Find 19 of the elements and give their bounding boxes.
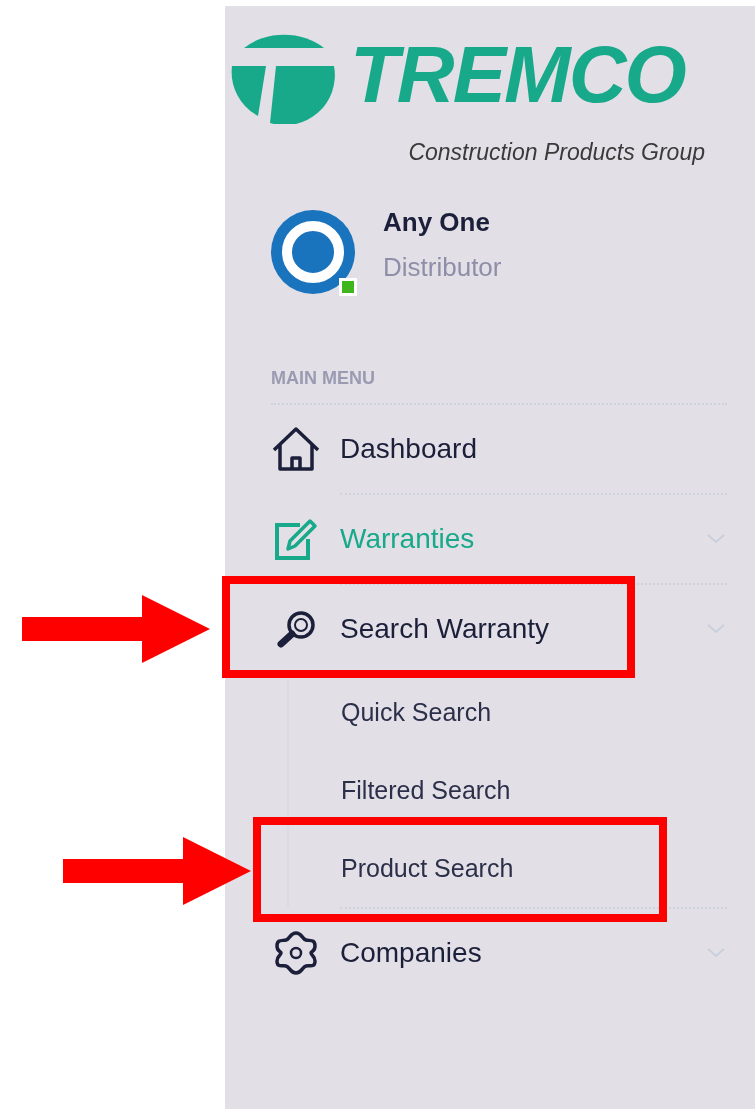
submenu-item[interactable]: Filtered Search <box>341 775 511 805</box>
chevron-down-icon[interactable] <box>707 624 725 634</box>
chevron-down-icon[interactable] <box>707 534 725 544</box>
logo-wordmark: TREMCO <box>350 29 685 121</box>
submenu-item[interactable]: Quick Search <box>341 697 492 727</box>
menu-item[interactable]: Search Warranty <box>340 613 550 645</box>
user-role: Distributor <box>383 252 502 283</box>
menu-item[interactable]: Dashboard <box>340 433 477 465</box>
submenu-item[interactable]: Product Search <box>341 853 514 883</box>
menu-header: MAIN MENU <box>271 368 375 389</box>
edit-icon <box>274 517 318 561</box>
logo-tagline: Construction Products Group <box>408 139 705 166</box>
chevron-down-icon[interactable] <box>707 948 725 958</box>
settings-icon <box>274 930 318 976</box>
menu-item[interactable]: Companies <box>340 937 482 969</box>
user-name: Any One <box>383 207 491 238</box>
avatar-icon <box>271 210 355 294</box>
search-icon <box>275 610 317 648</box>
home-icon <box>271 426 321 472</box>
